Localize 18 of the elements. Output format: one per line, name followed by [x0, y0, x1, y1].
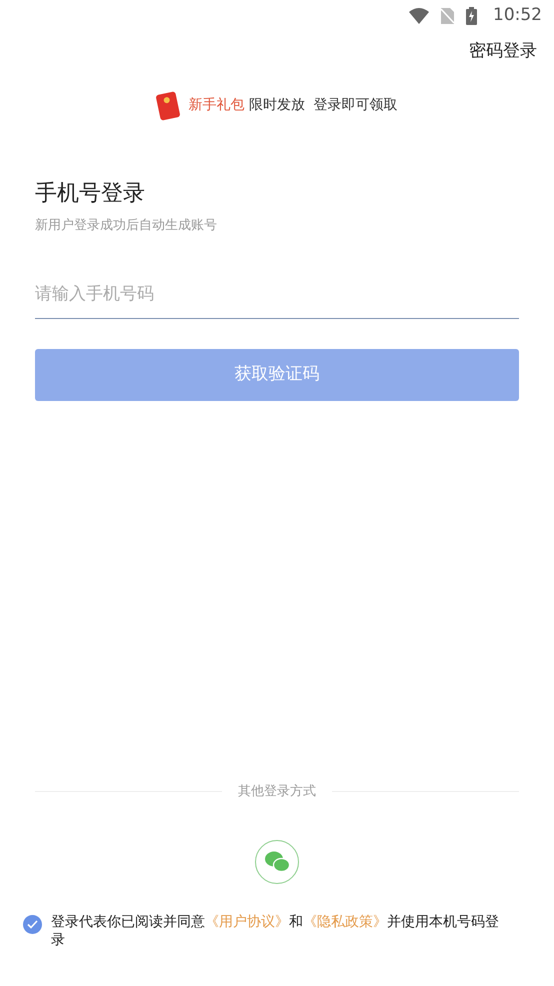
wechat-login-button[interactable] — [255, 840, 299, 884]
agreement-checkbox[interactable] — [23, 915, 42, 934]
other-login-label: 其他登录方式 — [238, 782, 316, 800]
check-icon — [27, 920, 38, 929]
chat-bubbles-icon — [264, 851, 290, 873]
password-login-link[interactable]: 密码登录 — [469, 39, 537, 64]
agreement-text: 登录代表你已阅读并同意《用户协议》和《隐私政策》并使用本机号码登录 — [51, 913, 500, 949]
agreement-link[interactable]: 《隐私政策》 — [303, 914, 387, 930]
page-title: 手机号登录 — [35, 180, 146, 208]
wifi-icon — [409, 8, 429, 24]
status-time: 10:52 — [493, 4, 542, 28]
envelope-icon — [156, 90, 180, 120]
agreement-link[interactable]: 《用户协议》 — [205, 914, 289, 930]
battery-charging-icon — [466, 7, 477, 25]
promo-text: 新手礼包 限时发放 登录即可领取 — [188, 96, 398, 115]
no-sim-icon — [441, 8, 454, 24]
subtitle: 新用户登录成功后自动生成账号 — [35, 216, 218, 234]
phone-input-field[interactable]: 请输入手机号码 — [35, 269, 519, 319]
